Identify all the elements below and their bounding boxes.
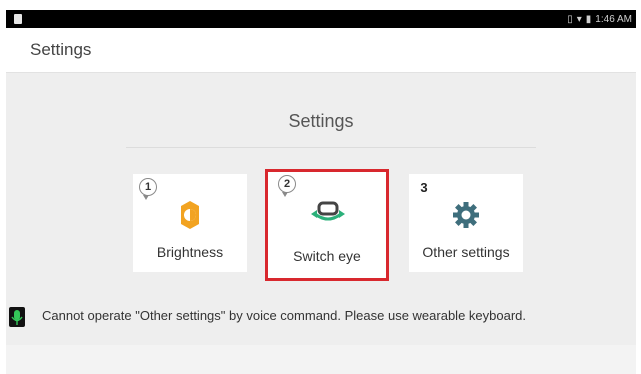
brightness-icon xyxy=(181,201,199,229)
status-bar: ▯ ▾ ▮ 1:46 AM xyxy=(6,10,636,28)
app-bar: Settings xyxy=(6,28,636,73)
switch-eye-card[interactable]: 2 Switch eye xyxy=(265,169,389,281)
card-number-badge: 3 xyxy=(420,179,428,195)
bottom-area xyxy=(6,345,636,374)
settings-panel: Settings 1 Brightness 2 Switch eye 3 Oth… xyxy=(6,73,636,345)
section-divider xyxy=(126,147,536,148)
vibrate-icon: ▯ xyxy=(567,13,573,25)
section-title: Settings xyxy=(288,111,354,131)
notification-icon xyxy=(14,14,22,24)
card-label: Other settings xyxy=(422,244,510,260)
card-number-badge: 1 xyxy=(139,178,157,200)
status-time: 1:46 AM xyxy=(595,13,632,25)
brightness-card[interactable]: 1 Brightness xyxy=(133,174,247,272)
card-label: Switch eye xyxy=(293,248,361,264)
gear-icon xyxy=(453,202,479,228)
battery-icon: ▮ xyxy=(585,13,592,25)
wifi-icon: ▾ xyxy=(576,13,582,25)
other-settings-card[interactable]: 3 Other settings xyxy=(409,174,523,272)
app-bar-title: Settings xyxy=(30,40,92,59)
microphone-icon xyxy=(9,307,25,327)
card-number-badge: 2 xyxy=(278,175,296,197)
switch-eye-icon xyxy=(311,201,345,221)
voice-command-message: Cannot operate "Other settings" by voice… xyxy=(42,308,526,323)
card-label: Brightness xyxy=(156,244,224,260)
voice-message-bar: Cannot operate "Other settings" by voice… xyxy=(6,303,636,327)
status-icons: ▯ ▾ ▮ 1:46 AM xyxy=(567,12,632,26)
